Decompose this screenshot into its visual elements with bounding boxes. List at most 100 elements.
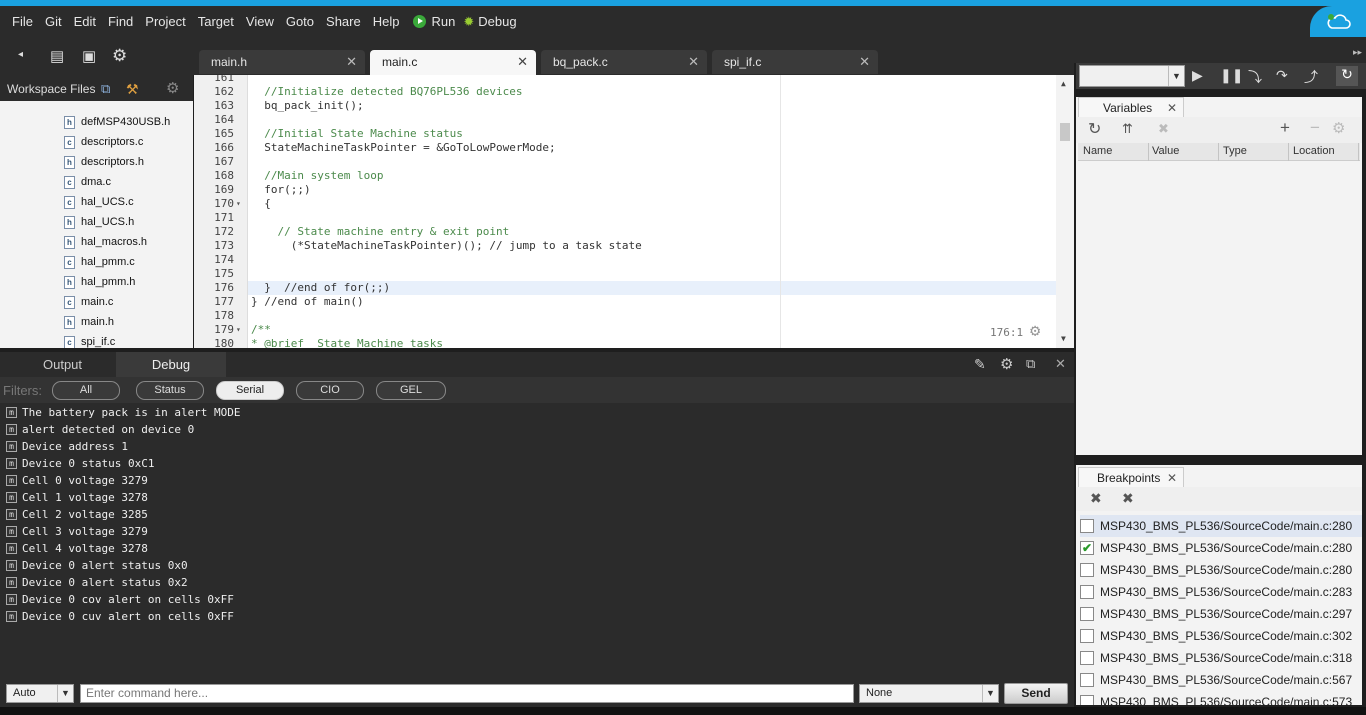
code-line[interactable]: { xyxy=(251,197,271,210)
clear-console-icon[interactable]: ✎ xyxy=(974,356,986,373)
breakpoint-row[interactable]: MSP430_BMS_PL536/SourceCode/main.c:318 xyxy=(1080,647,1362,669)
debug-button[interactable]: ✹ Debug xyxy=(463,14,516,30)
tab-debug[interactable]: Debug xyxy=(116,352,226,377)
breakpoint-checkbox[interactable] xyxy=(1080,629,1094,643)
code-line[interactable]: StateMachineTaskPointer = &GoToLowPowerM… xyxy=(251,141,555,154)
target-select[interactable]: None ▼ xyxy=(859,684,999,703)
file-item[interactable]: c spi_if.c xyxy=(64,332,115,348)
tab-spi-if-c[interactable]: spi_if.c ✕ xyxy=(712,50,878,74)
add-icon[interactable]: + xyxy=(1280,118,1290,138)
code-line[interactable]: //Main system loop xyxy=(251,169,383,182)
close-icon[interactable]: ✕ xyxy=(1167,98,1177,118)
remove-breakpoint-icon[interactable]: ✖ xyxy=(1090,490,1102,507)
run-button[interactable]: Run xyxy=(413,14,455,29)
column-location[interactable]: Location xyxy=(1293,145,1335,157)
menu-project[interactable]: Project xyxy=(139,6,191,37)
auto-select[interactable]: Auto ▼ xyxy=(6,684,74,703)
menu-view[interactable]: View xyxy=(240,6,280,37)
code-line[interactable]: //Initial State Machine status xyxy=(251,127,463,140)
file-item[interactable]: c dma.c xyxy=(64,172,111,192)
console-output[interactable]: m The battery pack is in alert MODE m alert… xyxy=(0,403,1074,681)
pause-icon[interactable]: ❚❚ xyxy=(1220,67,1243,84)
menu-share[interactable]: Share xyxy=(320,6,367,37)
code-line[interactable]: // State machine entry & exit point xyxy=(251,225,509,238)
breakpoint-row[interactable]: MSP430_BMS_PL536/SourceCode/main.c:280 xyxy=(1080,515,1362,537)
variables-settings-icon[interactable]: ⚙ xyxy=(1332,119,1345,137)
code-line[interactable]: //Initialize detected BQ76PL536 devices xyxy=(251,85,522,98)
breakpoint-row[interactable]: MSP430_BMS_PL536/SourceCode/main.c:573 xyxy=(1080,691,1362,705)
code-line[interactable]: * @brief State Machine tasks xyxy=(251,337,443,348)
file-item[interactable]: h main.h xyxy=(64,312,114,332)
tab-bq-pack-c[interactable]: bq_pack.c ✕ xyxy=(541,50,707,74)
menu-edit[interactable]: Edit xyxy=(68,6,102,37)
tab-breakpoints[interactable]: Breakpoints ✕ xyxy=(1078,467,1184,487)
file-item[interactable]: h defMSP430USB.h xyxy=(64,112,170,132)
code-line[interactable]: } //end of for(;;) xyxy=(251,281,390,294)
file-item[interactable]: c main.c xyxy=(64,292,113,312)
breakpoint-checkbox[interactable] xyxy=(1080,519,1094,533)
filter-status-button[interactable]: Status xyxy=(136,381,204,400)
column-name[interactable]: Name xyxy=(1083,145,1112,157)
debug-context-select[interactable]: ▼ xyxy=(1079,65,1185,87)
breakpoint-checkbox[interactable]: ✔ xyxy=(1080,541,1094,555)
file-item[interactable]: h hal_macros.h xyxy=(64,232,147,252)
tab-output[interactable]: Output xyxy=(27,352,98,377)
file-item[interactable]: h descriptors.h xyxy=(64,152,144,172)
file-item[interactable]: c hal_UCS.c xyxy=(64,192,134,212)
breakpoint-row[interactable]: MSP430_BMS_PL536/SourceCode/main.c:297 xyxy=(1080,603,1362,625)
menu-goto[interactable]: Goto xyxy=(280,6,320,37)
fold-toggle-icon[interactable]: ▾ xyxy=(236,325,241,334)
filter-serial-button[interactable]: Serial xyxy=(216,381,284,400)
code-line[interactable]: } //end of main() xyxy=(251,295,364,308)
breakpoint-row[interactable]: ✔ MSP430_BMS_PL536/SourceCode/main.c:280 xyxy=(1080,537,1362,559)
scroll-up-icon[interactable]: ▲ xyxy=(1061,79,1066,88)
breakpoint-row[interactable]: MSP430_BMS_PL536/SourceCode/main.c:302 xyxy=(1080,625,1362,647)
close-icon[interactable]: ✕ xyxy=(688,50,699,74)
breakpoint-row[interactable]: MSP430_BMS_PL536/SourceCode/main.c:567 xyxy=(1080,669,1362,691)
cloud-button[interactable] xyxy=(1310,6,1366,37)
expand-right-icon[interactable]: ▸▸ xyxy=(1353,47,1362,58)
close-icon[interactable]: ✕ xyxy=(346,50,357,74)
code-line[interactable]: for(;;) xyxy=(251,183,310,196)
breakpoint-checkbox[interactable] xyxy=(1080,673,1094,687)
breakpoint-checkbox[interactable] xyxy=(1080,585,1094,599)
scroll-down-icon[interactable]: ▼ xyxy=(1061,334,1066,343)
code-line[interactable]: bq_pack_init(); xyxy=(251,99,363,112)
new-file-icon[interactable]: ▤ xyxy=(50,47,64,65)
command-input[interactable]: Enter command here... xyxy=(80,684,854,703)
editor-settings-icon[interactable]: ⚙ xyxy=(1030,321,1040,341)
maximize-icon[interactable]: ⧉ xyxy=(1026,356,1035,372)
console-settings-icon[interactable]: ⚙ xyxy=(1000,355,1013,373)
editor-scrollbar[interactable]: ▲ ▼ xyxy=(1056,75,1074,348)
breakpoint-checkbox[interactable] xyxy=(1080,651,1094,665)
close-icon[interactable]: ✕ xyxy=(1167,468,1177,488)
send-button[interactable]: Send xyxy=(1004,683,1068,704)
menu-find[interactable]: Find xyxy=(102,6,139,37)
breakpoint-row[interactable]: MSP430_BMS_PL536/SourceCode/main.c:283 xyxy=(1080,581,1362,603)
tab-main-h[interactable]: main.h ✕ xyxy=(199,50,365,74)
code-line[interactable]: (*StateMachineTaskPointer)(); // jump to… xyxy=(251,239,642,252)
filter-cio-button[interactable]: CIO xyxy=(296,381,364,400)
breakpoint-checkbox[interactable] xyxy=(1080,695,1094,705)
step-into-icon[interactable]: ⤵ xyxy=(1248,67,1262,87)
menu-target[interactable]: Target xyxy=(192,6,240,37)
filter-gel-button[interactable]: GEL xyxy=(376,381,446,400)
remove-all-breakpoints-icon[interactable]: ✖ xyxy=(1122,490,1134,507)
scroll-thumb[interactable] xyxy=(1060,123,1070,141)
breakpoint-row[interactable]: MSP430_BMS_PL536/SourceCode/main.c:280 xyxy=(1080,559,1362,581)
settings-gear-icon[interactable]: ⚙ xyxy=(112,46,127,66)
collapse-all-icon[interactable]: ⇈ xyxy=(1122,121,1133,137)
close-icon[interactable]: ✕ xyxy=(517,50,528,74)
menu-file[interactable]: File xyxy=(6,6,39,37)
tab-variables[interactable]: Variables ✕ xyxy=(1078,97,1184,117)
column-type[interactable]: Type xyxy=(1223,145,1247,157)
fold-toggle-icon[interactable]: ▾ xyxy=(236,199,241,208)
file-item[interactable]: c hal_pmm.c xyxy=(64,252,135,272)
close-icon[interactable]: ✕ xyxy=(1055,356,1066,372)
copy-files-icon[interactable]: ⧉ xyxy=(101,75,110,103)
refresh-icon[interactable]: ↻ xyxy=(1088,119,1101,139)
tab-main-c[interactable]: main.c ✕ xyxy=(370,50,536,75)
menu-help[interactable]: Help xyxy=(367,6,406,37)
close-icon[interactable]: ✕ xyxy=(859,50,870,74)
column-value[interactable]: Value xyxy=(1152,145,1179,157)
